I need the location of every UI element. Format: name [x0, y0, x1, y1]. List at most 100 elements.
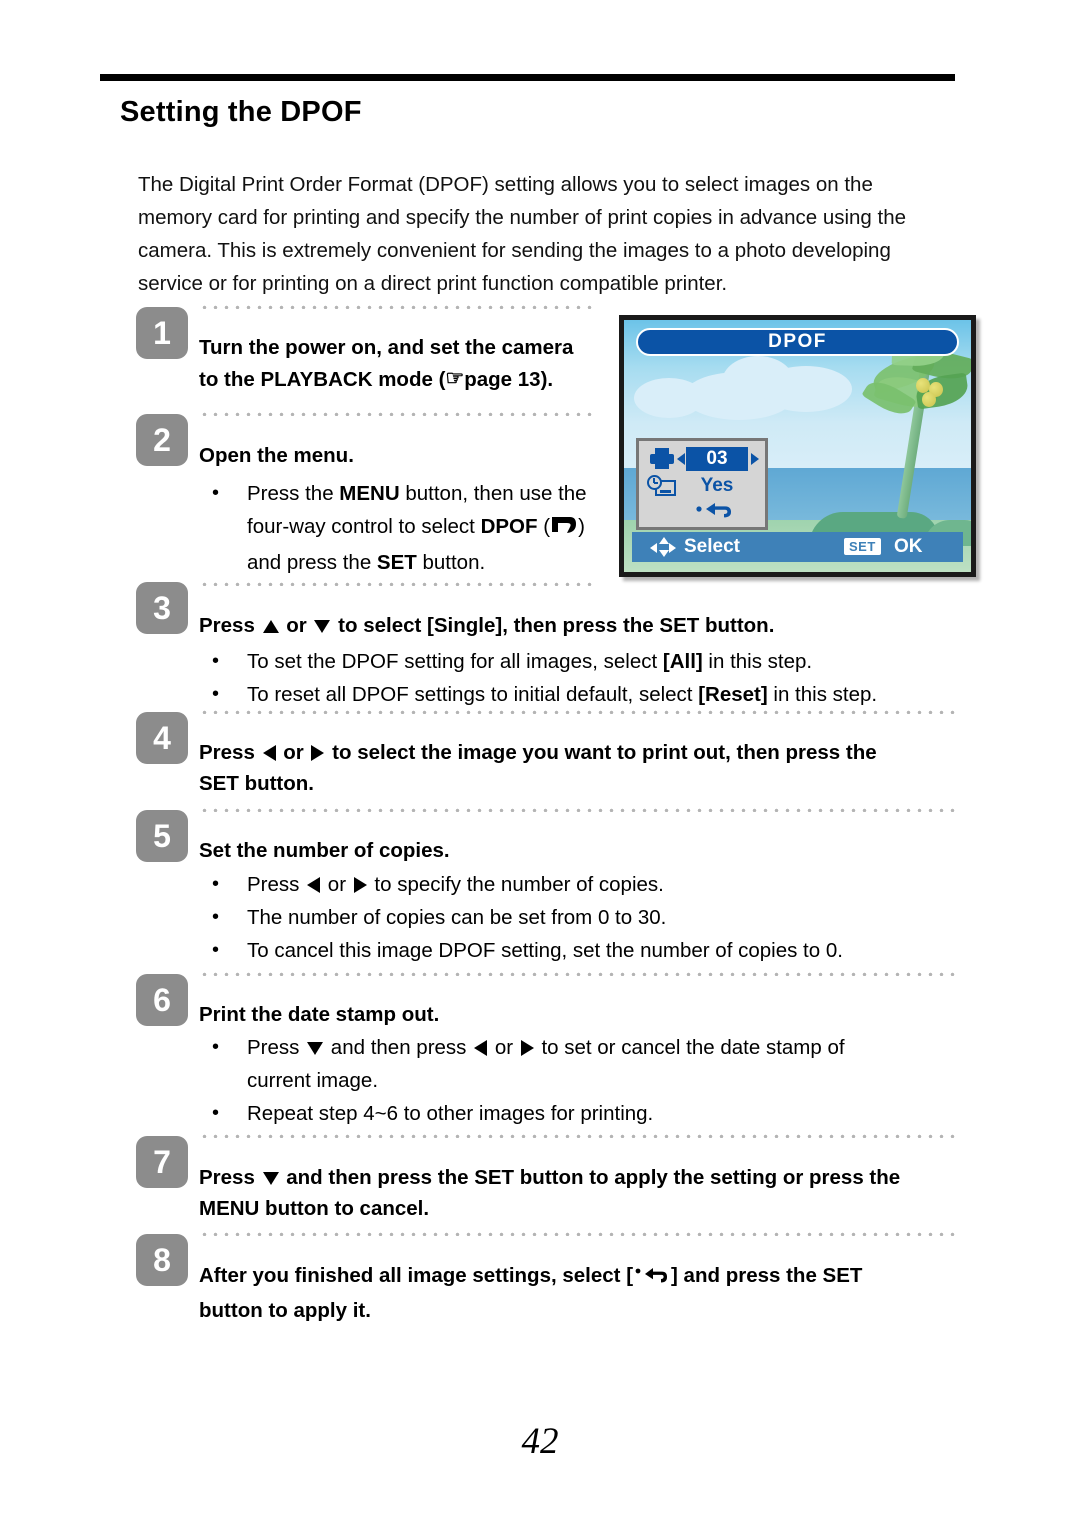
- step-7-b: and then press the SET button to apply t…: [280, 1166, 901, 1189]
- step-divider-3: [199, 582, 597, 586]
- step-8-b: ] and press the SET: [671, 1264, 863, 1287]
- step-3-heading: Press or to select [Single], then press …: [199, 610, 959, 641]
- step-divider-4: [199, 710, 959, 714]
- step-3-b: or: [280, 614, 313, 637]
- pointing-hand-icon: ☞: [445, 367, 465, 390]
- arrow-down-icon: [262, 1172, 279, 1185]
- date-stamp-value[interactable]: Yes: [686, 474, 748, 498]
- arrow-up-icon: [262, 620, 279, 633]
- bullet-item: • To cancel this image DPOF setting, set…: [207, 934, 987, 967]
- step-4-heading: Press or to select the image you want to…: [199, 737, 979, 799]
- step-2-heading: Open the menu.: [199, 444, 354, 467]
- arrow-down-icon: [314, 620, 331, 633]
- bullet-dot: •: [212, 650, 220, 672]
- step-8-line2: button to apply it.: [199, 1299, 371, 1322]
- step-divider-1: [199, 305, 597, 309]
- increment-arrow-icon[interactable]: [751, 453, 759, 465]
- step-4-b: or: [277, 741, 310, 764]
- bullet-item: • Press and then press or to set or canc…: [207, 1031, 987, 1097]
- step-2-b1-a: Press the: [247, 482, 340, 505]
- step-5-b1-a: Press: [247, 873, 306, 896]
- arrow-right-icon: [353, 877, 367, 893]
- step-3-b2-c: in this step.: [767, 683, 878, 706]
- step-2-b3-c: button.: [416, 551, 486, 574]
- date-stamp-row: Yes: [639, 472, 765, 500]
- step-1-line2-b: page 13).: [464, 368, 554, 391]
- coconut: [922, 392, 936, 407]
- step-6-bullets: • Press and then press or to set or canc…: [207, 1031, 987, 1130]
- step-6-b1-b: and then press: [325, 1036, 473, 1059]
- arrow-down-icon: [307, 1042, 324, 1055]
- dpof-settings-panel: 03 Yes: [636, 438, 768, 530]
- copies-value[interactable]: 03: [686, 447, 748, 471]
- step-divider-6: [199, 972, 959, 976]
- step-6-heading: Print the date stamp out.: [199, 1003, 440, 1026]
- step-6-b1-a: Press: [247, 1036, 306, 1059]
- step-3-a: Press: [199, 614, 261, 637]
- step-2-b2-a: four-way control to select: [247, 515, 481, 538]
- step-5-b1-b: or: [322, 873, 352, 896]
- step-3-c: to select [Single], then press the SET b…: [332, 614, 775, 637]
- camera-lcd-illustration: DPOF 03 Yes Select SET OK: [619, 315, 976, 577]
- dpof-flag-icon: [551, 513, 577, 546]
- step-divider-2: [199, 412, 597, 416]
- bullet-item: • To reset all DPOF settings to initial …: [207, 678, 987, 711]
- step-badge-5: 5: [136, 810, 188, 862]
- printer-icon: [649, 448, 675, 469]
- step-5-heading: Set the number of copies.: [199, 839, 450, 862]
- step-6-b1-d: to set or cancel the date stamp of: [535, 1036, 845, 1059]
- step-5-bullets: • Press or to specify the number of copi…: [207, 868, 987, 967]
- step-3-b1-a: To set the DPOF setting for all images, …: [247, 650, 663, 673]
- bullet-item: • Press or to specify the number of copi…: [207, 868, 987, 901]
- step-2-b3-a: and press the: [247, 551, 377, 574]
- intro-paragraph: The Digital Print Order Format (DPOF) se…: [138, 173, 907, 295]
- step-2-bullets: • Press the MENU button, then use the fo…: [207, 477, 607, 579]
- step-7-a: Press: [199, 1166, 261, 1189]
- step-1-line1: Turn the power on, and set the camera: [199, 336, 574, 359]
- set-keyword: SET: [376, 551, 417, 574]
- step-3-b2-a: To reset all DPOF settings to initial de…: [247, 683, 699, 706]
- ok-label: OK: [894, 536, 923, 557]
- step-badge-2: 2: [136, 414, 188, 466]
- bullet-dot: •: [212, 683, 220, 705]
- panel-return-icon[interactable]: [681, 499, 751, 523]
- arrow-right-icon: [311, 745, 325, 761]
- select-label: Select: [684, 536, 740, 557]
- step-8-heading: After you finished all image settings, s…: [199, 1260, 979, 1326]
- step-6-b1-c: or: [489, 1036, 519, 1059]
- step-3-bullets: • To set the DPOF setting for all images…: [207, 645, 987, 711]
- step-6-b1-e: current image.: [247, 1069, 379, 1092]
- bullet-dot: •: [212, 482, 220, 504]
- step-2-b2-d: ): [578, 515, 585, 538]
- bullet-item: • The number of copies can be set from 0…: [207, 901, 987, 934]
- step-3-b1-c: in this step.: [702, 650, 813, 673]
- bullet-item: • Press the MENU button, then use the fo…: [207, 477, 607, 579]
- step-1-heading: Turn the power on, and set the camera to…: [199, 332, 599, 395]
- decrement-arrow-icon[interactable]: [677, 453, 685, 465]
- step-5-b3: To cancel this image DPOF setting, set t…: [247, 939, 843, 962]
- lcd-bottom-bar: Select SET OK: [632, 532, 963, 562]
- bullet-item: • Repeat step 4~6 to other images for pr…: [207, 1097, 987, 1130]
- return-arrow-icon: [635, 1264, 669, 1295]
- step-2-b2-c: (: [537, 515, 551, 538]
- bullet-item: • To set the DPOF setting for all images…: [207, 645, 987, 678]
- cloud-shape: [760, 366, 852, 412]
- arrow-left-icon: [307, 877, 321, 893]
- lcd-title-bar: DPOF: [636, 328, 959, 356]
- menu-keyword: MENU: [339, 482, 400, 505]
- step-6-b2: Repeat step 4~6 to other images for prin…: [247, 1102, 654, 1125]
- dpof-keyword: DPOF: [480, 515, 538, 538]
- step-4-line2: SET button.: [199, 772, 315, 795]
- step-5-b1-c: to specify the number of copies.: [368, 873, 664, 896]
- header-rule: [100, 74, 955, 81]
- step-badge-8: 8: [136, 1234, 188, 1286]
- date-stamp-icon: [647, 475, 677, 498]
- page-title: Setting the DPOF: [120, 96, 362, 128]
- step-badge-7: 7: [136, 1136, 188, 1188]
- step-1-line2-a: to the PLAYBACK mode (: [199, 368, 446, 391]
- step-divider-8: [199, 1232, 959, 1236]
- step-divider-7: [199, 1134, 959, 1138]
- step-badge-4: 4: [136, 712, 188, 764]
- step-badge-1: 1: [136, 307, 188, 359]
- all-keyword: [All]: [662, 650, 703, 673]
